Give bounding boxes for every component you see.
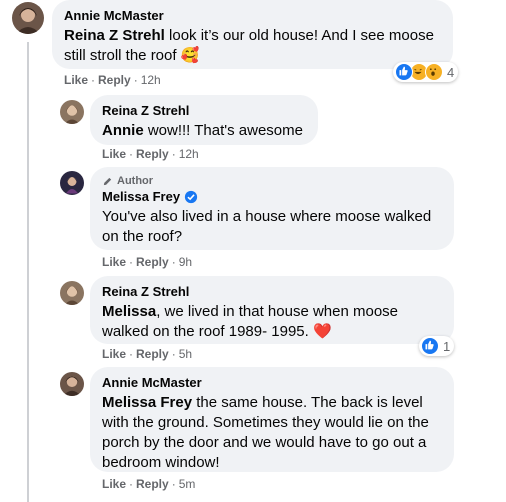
reaction-count: 4: [447, 64, 455, 80]
reply-button[interactable]: Reply: [136, 477, 169, 491]
avatar[interactable]: [60, 171, 84, 195]
comment-bubble: Annie McMaster Melissa Frey the same hou…: [90, 367, 454, 472]
comment-text: Reina Z Strehl look it’s our old house! …: [64, 27, 434, 64]
avatar[interactable]: [12, 2, 44, 34]
author-badge: Author: [102, 174, 442, 188]
reply-button[interactable]: Reply: [136, 147, 169, 161]
comment-author[interactable]: Annie McMaster: [64, 8, 441, 24]
comment-bubble: Reina Z Strehl Annie wow!!! That's aweso…: [90, 95, 318, 145]
comment-actions: Like · Reply · 9h: [102, 255, 193, 269]
like-button[interactable]: Like: [102, 347, 126, 361]
comment-author[interactable]: Annie McMaster: [102, 375, 442, 391]
comment-text: Melissa, we lived in that house when moo…: [102, 303, 399, 340]
timestamp[interactable]: 5m: [179, 477, 196, 491]
comment-actions: Like · Reply · 12h: [102, 147, 199, 161]
like-reaction-icon: [421, 337, 439, 355]
avatar[interactable]: [60, 372, 84, 396]
mention-link[interactable]: Annie: [102, 122, 144, 139]
timestamp[interactable]: 9h: [179, 255, 192, 269]
mention-link[interactable]: Melissa: [102, 303, 156, 320]
comment-bubble: Author Melissa Frey You've also lived in…: [90, 167, 454, 250]
smiling-hearts-emoji: 🥰: [180, 47, 200, 64]
reaction-summary[interactable]: 1: [419, 336, 455, 356]
comment-author[interactable]: Reina Z Strehl: [102, 103, 306, 119]
reply-button[interactable]: Reply: [136, 255, 169, 269]
like-reaction-icon: [395, 63, 413, 81]
reaction-summary[interactable]: 4: [393, 62, 459, 82]
mention-link[interactable]: Reina Z Strehl: [64, 27, 165, 44]
comment-actions: Like · Reply · 12h: [64, 73, 161, 87]
timestamp[interactable]: 12h: [141, 73, 161, 87]
comment-author[interactable]: Melissa Frey: [102, 189, 180, 205]
like-button[interactable]: Like: [102, 147, 126, 161]
timestamp[interactable]: 5h: [179, 347, 192, 361]
like-button[interactable]: Like: [64, 73, 88, 87]
mention-link[interactable]: Melissa Frey: [102, 394, 192, 411]
thread-line: [27, 42, 29, 502]
wow-reaction-icon: [425, 63, 443, 81]
verified-badge-icon: [184, 190, 198, 204]
comment-actions: Like · Reply · 5m: [102, 477, 196, 491]
like-button[interactable]: Like: [102, 477, 126, 491]
reply-button[interactable]: Reply: [98, 73, 131, 87]
avatar[interactable]: [60, 281, 84, 305]
comment-actions: Like · Reply · 5h: [102, 347, 193, 361]
comment-author[interactable]: Reina Z Strehl: [102, 284, 442, 300]
avatar[interactable]: [60, 100, 84, 124]
comment-text: Annie wow!!! That's awesome: [102, 122, 303, 139]
comment-bubble: Reina Z Strehl Melissa, we lived in that…: [90, 276, 454, 344]
pencil-icon: [103, 177, 112, 185]
like-button[interactable]: Like: [102, 255, 126, 269]
comment-bubble: Annie McMaster Reina Z Strehl look it’s …: [52, 0, 453, 69]
comment-text: You've also lived in a house where moose…: [102, 208, 432, 245]
reply-button[interactable]: Reply: [136, 347, 169, 361]
comment-text: Melissa Frey the same house. The back is…: [102, 394, 429, 471]
timestamp[interactable]: 12h: [179, 147, 199, 161]
red-heart-emoji: ❤️: [312, 323, 332, 340]
reaction-count: 1: [443, 338, 451, 354]
